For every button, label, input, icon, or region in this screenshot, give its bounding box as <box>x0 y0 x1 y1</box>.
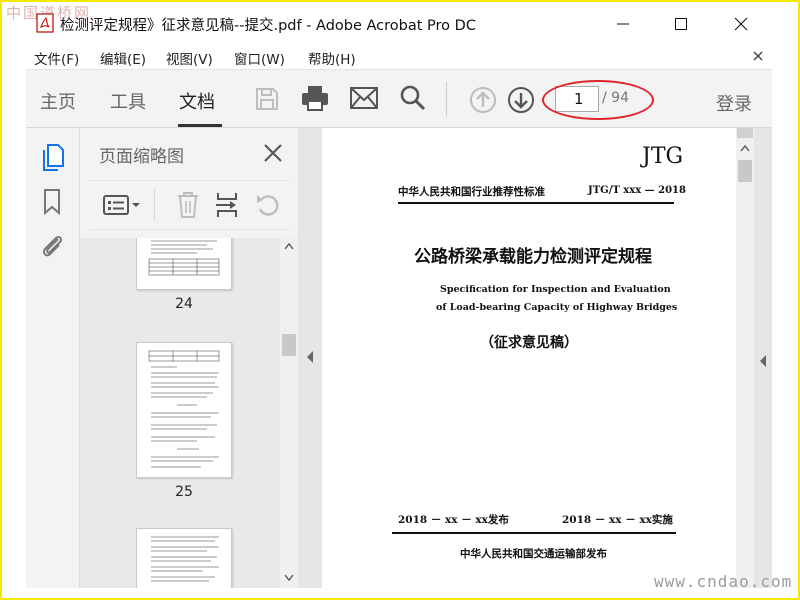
menu-view[interactable]: 视图(V) <box>166 48 213 68</box>
maximize-button[interactable] <box>658 10 704 38</box>
save-icon[interactable] <box>254 86 280 112</box>
effective-date: 2018 － xx － xx实施 <box>562 514 673 526</box>
scroll-up-icon[interactable] <box>740 144 750 152</box>
thumbnail-content <box>148 350 220 468</box>
header-rule <box>398 202 674 204</box>
collapse-left-icon[interactable] <box>305 350 315 364</box>
publisher: 中华人民共和国交通运输部发布 <box>460 548 607 560</box>
insert-icon[interactable] <box>214 191 242 219</box>
scroll-down-icon[interactable] <box>284 574 294 582</box>
document-title-en-2: of Load-bearing Capacity of Highway Brid… <box>436 302 678 313</box>
menu-window[interactable]: 窗口(W) <box>234 48 285 68</box>
acrobat-window: 中国道桥网 检测评定规程》征求意见稿--提交.pdf - Adobe Acrob… <box>2 2 798 598</box>
standard-category: 中华人民共和国行业推荐性标准 <box>398 186 545 198</box>
rotate-icon[interactable] <box>254 191 282 219</box>
right-pane-splitter[interactable] <box>754 128 772 588</box>
menu-file[interactable]: 文件(F) <box>34 48 79 68</box>
watermark-bottom-right: www.cndao.com <box>654 572 793 591</box>
window-title: 检测评定规程》征求意见稿--提交.pdf - Adobe Acrobat Pro… <box>60 18 476 34</box>
attachment-icon[interactable] <box>40 232 66 260</box>
thumbnail-page-26[interactable] <box>136 528 232 588</box>
main-toolbar: 主页 工具 文档 1 / 94 登录 <box>26 70 772 128</box>
page-thumbnails-panel: 页面缩略图 24 25 <box>80 128 298 588</box>
thumbnail-page-number: 24 <box>175 296 193 312</box>
close-panel-icon[interactable] <box>262 142 284 164</box>
thumbnail-content <box>151 536 219 582</box>
close-window-button[interactable] <box>718 10 764 38</box>
scroll-top-block <box>737 128 753 138</box>
panel-splitter[interactable] <box>298 128 322 588</box>
footer-rule <box>392 532 676 534</box>
tab-home[interactable]: 主页 <box>40 88 76 114</box>
navigation-pane <box>26 128 80 588</box>
login-button[interactable]: 登录 <box>716 90 752 116</box>
menu-edit[interactable]: 编辑(E) <box>100 48 146 68</box>
pdf-file-icon <box>36 13 54 33</box>
title-bar: 中国道桥网 检测评定规程》征求意见稿--提交.pdf - Adobe Acrob… <box>2 2 798 42</box>
minimize-button[interactable] <box>600 10 646 38</box>
tool-separator <box>154 189 155 221</box>
print-icon[interactable] <box>300 84 330 112</box>
pages-icon[interactable] <box>40 142 66 172</box>
toolbar-separator <box>446 82 447 116</box>
jtg-badge: JTG <box>642 144 684 169</box>
standard-code: JTG/T xxx — 2018 <box>588 185 686 196</box>
panel-title: 页面缩略图 <box>99 147 184 167</box>
thumbnail-page-24[interactable] <box>136 238 232 290</box>
thumbnail-toolbar <box>90 180 290 230</box>
menu-bar: 文件(F) 编辑(E) 视图(V) 窗口(W) 帮助(H) <box>26 42 772 70</box>
prev-page-icon[interactable] <box>469 86 497 114</box>
tab-document[interactable]: 文档 <box>179 88 215 114</box>
options-icon[interactable] <box>102 193 142 217</box>
scroll-up-icon[interactable] <box>284 242 294 250</box>
thumbnail-scrollbar[interactable] <box>280 238 298 588</box>
scroll-thumb[interactable] <box>282 334 296 356</box>
active-tab-indicator <box>178 124 222 127</box>
document-title-en-1: Specification for Inspection and Evaluat… <box>440 284 671 295</box>
delete-icon[interactable] <box>176 191 200 219</box>
red-highlight-annotation <box>542 80 654 120</box>
thumbnail-page-number: 25 <box>175 484 193 500</box>
email-icon[interactable] <box>349 86 379 110</box>
bookmark-icon[interactable] <box>42 188 62 216</box>
menu-help[interactable]: 帮助(H) <box>308 48 356 68</box>
tab-tools[interactable]: 工具 <box>110 88 146 114</box>
thumbnail-list: 24 25 <box>80 238 280 588</box>
document-scrollbar[interactable] <box>736 128 754 588</box>
document-title-cn: 公路桥梁承载能力检测评定规程 <box>414 247 652 267</box>
expand-right-pane-icon[interactable] <box>758 354 768 368</box>
thumbnail-content <box>148 240 220 276</box>
next-page-icon[interactable] <box>507 86 535 114</box>
close-document-icon[interactable] <box>751 49 765 63</box>
document-page: JTG 中华人民共和国行业推荐性标准 JTG/T xxx — 2018 公路桥梁… <box>322 128 736 588</box>
thumbnail-page-25[interactable] <box>136 342 232 478</box>
draft-note: （征求意见稿） <box>480 335 578 351</box>
scroll-thumb[interactable] <box>738 160 752 182</box>
search-icon[interactable] <box>399 84 427 112</box>
publish-date: 2018 － xx － xx发布 <box>398 514 509 526</box>
